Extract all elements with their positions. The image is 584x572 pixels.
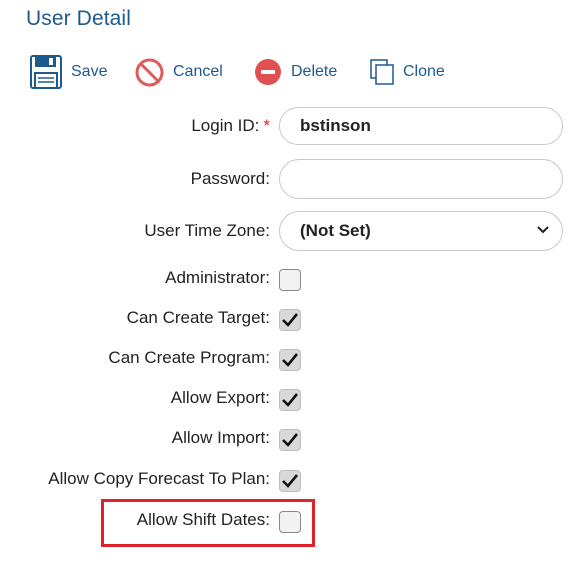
allow-copy-forecast-checkbox[interactable]	[279, 470, 301, 492]
checkmark-icon	[282, 313, 299, 327]
minus-circle-icon	[254, 58, 282, 86]
cancel-label: Cancel	[173, 63, 223, 80]
toolbar: Save Cancel Delete Clone	[0, 52, 584, 96]
floppy-disk-icon	[30, 55, 62, 89]
clone-button[interactable]: Clone	[370, 52, 445, 92]
user-detail-page: User Detail Save Cancel Delete Clone Log…	[0, 0, 584, 572]
administrator-checkbox[interactable]	[279, 269, 301, 291]
required-marker: *	[263, 116, 270, 135]
prohibited-icon	[135, 58, 164, 87]
can-create-target-label: Can Create Target:	[126, 308, 270, 327]
cancel-button[interactable]: Cancel	[135, 52, 223, 92]
login-id-input[interactable]	[279, 107, 563, 145]
checkmark-icon	[282, 353, 299, 367]
highlight-box	[101, 499, 315, 547]
save-button[interactable]: Save	[30, 52, 107, 92]
can-create-program-checkbox[interactable]	[279, 349, 301, 371]
allow-import-checkbox[interactable]	[279, 429, 301, 451]
delete-button[interactable]: Delete	[254, 52, 337, 92]
allow-export-checkbox[interactable]	[279, 389, 301, 411]
password-input[interactable]	[279, 159, 563, 199]
time-zone-value: (Not Set)	[300, 221, 371, 240]
page-title: User Detail	[26, 7, 131, 30]
save-label: Save	[71, 63, 108, 80]
clone-label: Clone	[403, 63, 445, 80]
can-create-program-label: Can Create Program:	[108, 348, 270, 367]
login-id-label: Login ID: *	[191, 116, 270, 135]
checkmark-icon	[282, 433, 299, 447]
clone-icon	[370, 59, 394, 85]
checkmark-icon	[282, 393, 299, 407]
time-zone-label: User Time Zone:	[144, 221, 270, 240]
password-label: Password:	[190, 169, 270, 188]
checkmark-icon	[282, 474, 299, 488]
delete-label: Delete	[291, 63, 338, 80]
allow-export-label: Allow Export:	[170, 388, 270, 407]
administrator-label: Administrator:	[165, 268, 270, 287]
chevron-down-icon	[536, 222, 550, 240]
time-zone-select[interactable]: (Not Set)	[279, 211, 563, 251]
allow-import-label: Allow Import:	[171, 428, 270, 447]
allow-copy-forecast-label: Allow Copy Forecast To Plan:	[48, 469, 270, 488]
can-create-target-checkbox[interactable]	[279, 309, 301, 331]
